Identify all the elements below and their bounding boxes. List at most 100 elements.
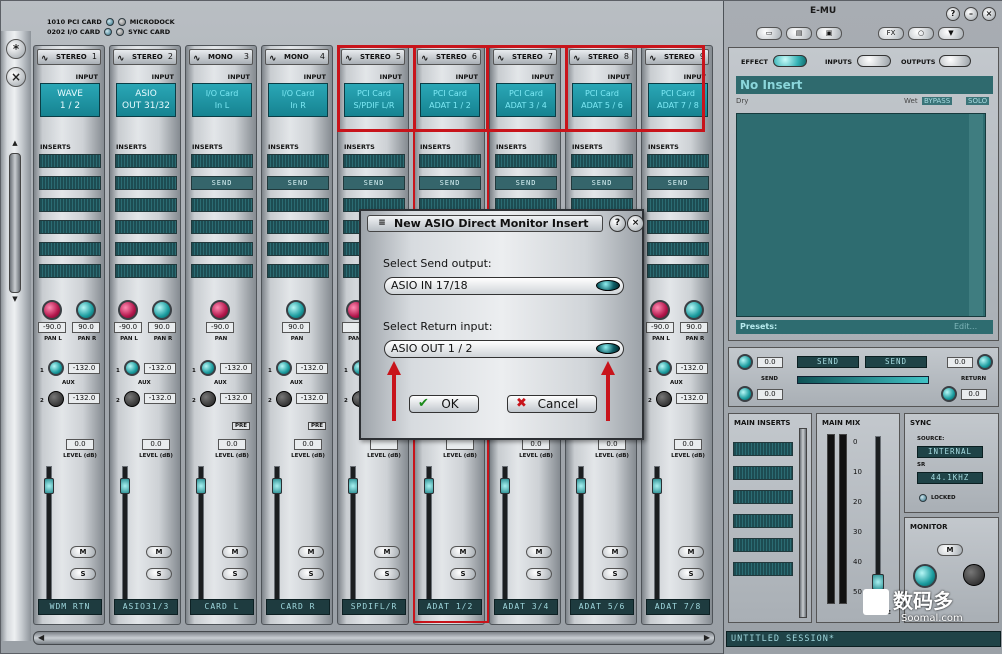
edit-presets-button[interactable]: Edit... — [954, 320, 977, 334]
insert-slot[interactable] — [191, 242, 253, 256]
aux1-knob[interactable] — [48, 360, 64, 376]
aux1-knob[interactable] — [656, 360, 672, 376]
mute-button[interactable]: M — [70, 546, 96, 558]
strip-name-display[interactable]: ADAT 7/8 — [646, 599, 710, 615]
input-source-display[interactable]: ASIO OUT 31/32 — [116, 83, 176, 117]
pan-left-knob[interactable] — [118, 300, 138, 320]
solo-button[interactable]: SOLO — [966, 97, 990, 105]
send-dropdown-icon[interactable] — [596, 280, 620, 291]
solo-button[interactable]: S — [298, 568, 324, 580]
scroll-down-icon[interactable]: ▼ — [9, 295, 21, 305]
insert-slot[interactable] — [191, 264, 253, 278]
send-insert-slot[interactable]: SEND — [191, 176, 253, 190]
fader-handle[interactable] — [44, 478, 54, 494]
mute-button[interactable]: M — [602, 546, 628, 558]
strip-header[interactable]: ∿ STEREO 8 — [569, 49, 633, 65]
insert-slot[interactable] — [647, 198, 709, 212]
fx-button[interactable]: FX — [878, 27, 904, 40]
source-value[interactable]: INTERNAL — [917, 446, 983, 458]
settings-icon[interactable]: ○ — [908, 27, 934, 40]
insert-slot[interactable] — [419, 154, 481, 168]
fader-handle[interactable] — [500, 478, 510, 494]
pan-knob[interactable] — [210, 300, 230, 320]
input-source-display[interactable]: PCI Card ADAT 7 / 8 — [648, 83, 708, 117]
strip-header[interactable]: ∿ STEREO 7 — [493, 49, 557, 65]
scroll-left-icon[interactable]: ◀ — [38, 633, 44, 642]
insert-slot[interactable] — [267, 220, 329, 234]
strip-name-display[interactable]: WDM RTN — [38, 599, 102, 615]
strip-header[interactable]: ∿ STEREO 6 — [417, 49, 481, 65]
solo-button[interactable]: S — [70, 568, 96, 580]
fader-handle[interactable] — [120, 478, 130, 494]
insert-slot[interactable] — [267, 242, 329, 256]
strip-name-display[interactable]: CARD R — [266, 599, 330, 615]
aux1-knob[interactable] — [276, 360, 292, 376]
aux2-knob[interactable] — [48, 391, 64, 407]
input-source-display[interactable]: I/O Card In R — [268, 83, 328, 117]
open-session-icon[interactable]: ▤ — [786, 27, 812, 40]
input-source-display[interactable]: PCI Card ADAT 5 / 6 — [572, 83, 632, 117]
insert-slot[interactable] — [267, 154, 329, 168]
main-insert-slot[interactable] — [733, 490, 793, 504]
strip-name-display[interactable]: ADAT 1/2 — [418, 599, 482, 615]
ok-button[interactable]: ✔ OK — [409, 395, 479, 413]
main-insert-slot[interactable] — [733, 442, 793, 456]
main-insert-slot[interactable] — [733, 538, 793, 552]
close-rail-button[interactable]: × — [6, 67, 26, 87]
main-insert-slot[interactable] — [733, 562, 793, 576]
pan-knob[interactable] — [286, 300, 306, 320]
monitor-volume-knob[interactable] — [963, 564, 985, 586]
input-source-display[interactable]: PCI Card ADAT 3 / 4 — [496, 83, 556, 117]
fader-handle[interactable] — [424, 478, 434, 494]
dropdown-icon[interactable]: ▼ — [938, 27, 964, 40]
send-insert-slot[interactable]: SEND — [495, 176, 557, 190]
mute-button[interactable]: M — [146, 546, 172, 558]
scroll-up-icon[interactable]: ▲ — [9, 139, 21, 149]
input-source-display[interactable]: PCI Card ADAT 1 / 2 — [420, 83, 480, 117]
strip-header[interactable]: ∿ STEREO 5 — [341, 49, 405, 65]
insert-slot[interactable] — [39, 220, 101, 234]
strip-header[interactable]: ∿ MONO 4 — [265, 49, 329, 65]
insert-slot[interactable] — [39, 264, 101, 278]
dialog-help-button[interactable]: ? — [609, 215, 626, 232]
tab-inputs[interactable] — [857, 55, 891, 67]
send-insert-slot[interactable]: SEND — [343, 176, 405, 190]
insert-slot[interactable] — [191, 220, 253, 234]
solo-button[interactable]: S — [146, 568, 172, 580]
monitor-mute-button[interactable]: M — [937, 544, 963, 556]
pre-button[interactable]: PRE — [307, 422, 326, 430]
solo-button[interactable]: S — [222, 568, 248, 580]
pan-right-knob[interactable] — [684, 300, 704, 320]
insert-slot[interactable] — [39, 176, 101, 190]
insert-slot[interactable] — [39, 198, 101, 212]
horizontal-scrollbar[interactable]: ◀ ▶ — [33, 631, 715, 645]
send2-knob[interactable] — [737, 386, 753, 402]
insert-slot[interactable] — [39, 242, 101, 256]
insert-slot[interactable] — [115, 220, 177, 234]
strip-name-display[interactable]: ADAT 5/6 — [570, 599, 634, 615]
solo-button[interactable]: S — [450, 568, 476, 580]
return-dropdown-icon[interactable] — [596, 343, 620, 354]
insert-slot[interactable] — [39, 154, 101, 168]
solo-button[interactable]: S — [526, 568, 552, 580]
insert-slot[interactable] — [267, 264, 329, 278]
aux2-knob[interactable] — [656, 391, 672, 407]
aux2-knob[interactable] — [200, 391, 216, 407]
vertical-scrollbar[interactable] — [9, 153, 21, 293]
save-session-icon[interactable]: ▣ — [816, 27, 842, 40]
bypass-button[interactable]: BYPASS — [922, 97, 953, 105]
pan-right-knob[interactable] — [152, 300, 172, 320]
insert-slot[interactable] — [647, 264, 709, 278]
sample-rate-value[interactable]: 44.1KHZ — [917, 472, 983, 484]
pan-left-knob[interactable] — [650, 300, 670, 320]
aux1-knob[interactable] — [124, 360, 140, 376]
insert-slot[interactable] — [115, 154, 177, 168]
star-button[interactable]: * — [6, 39, 26, 59]
minimize-icon[interactable]: – — [964, 7, 978, 21]
insert-slot[interactable] — [647, 242, 709, 256]
mute-button[interactable]: M — [222, 546, 248, 558]
aux2-knob[interactable] — [124, 391, 140, 407]
close-icon[interactable]: × — [982, 7, 996, 21]
strip-header[interactable]: ∿ MONO 3 — [189, 49, 253, 65]
send-insert-slot[interactable]: SEND — [647, 176, 709, 190]
